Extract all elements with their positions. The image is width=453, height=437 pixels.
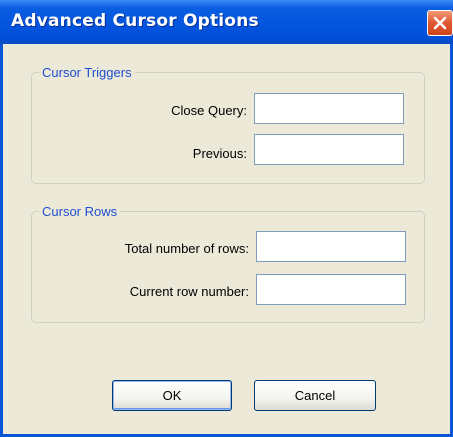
advanced-cursor-options-dialog: Advanced Cursor Options Cursor Triggers … [0,0,453,437]
current-row-label: Current row number: [129,284,249,299]
previous-label: Previous: [192,146,247,161]
total-rows-input[interactable] [256,231,406,262]
cursor-rows-group [31,211,425,323]
cursor-triggers-group [31,72,425,184]
close-query-label: Close Query: [171,103,247,118]
close-icon [433,16,447,30]
title-bar[interactable]: Advanced Cursor Options [0,0,453,44]
close-query-input[interactable] [254,93,404,124]
ok-button[interactable]: OK [112,380,232,411]
cursor-triggers-group-label: Cursor Triggers [39,65,135,80]
cursor-rows-group-label: Cursor Rows [39,204,121,219]
window-title: Advanced Cursor Options [11,11,259,31]
previous-input[interactable] [254,134,404,165]
current-row-input[interactable] [256,274,406,305]
cancel-button[interactable]: Cancel [254,380,376,411]
close-button[interactable] [427,10,453,36]
total-rows-label: Total number of rows: [124,241,249,256]
